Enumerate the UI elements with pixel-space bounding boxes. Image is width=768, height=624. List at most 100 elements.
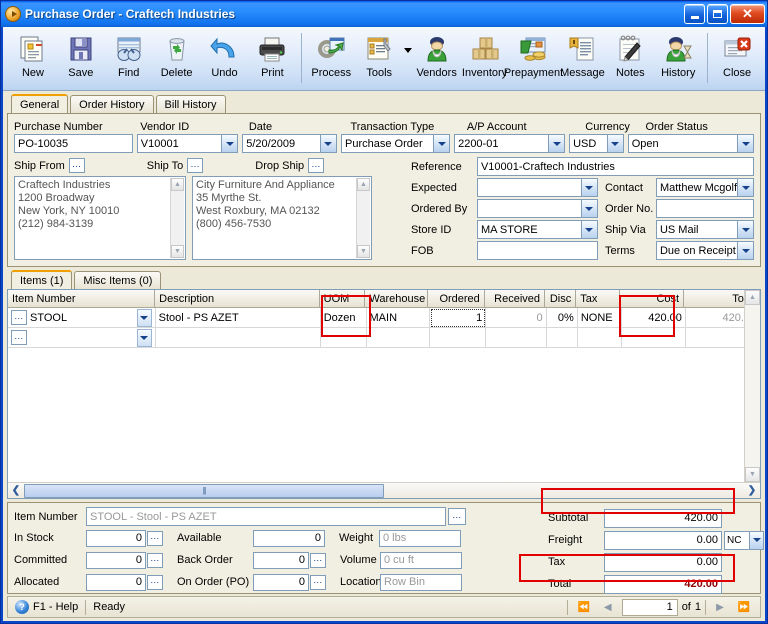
toolbar-find-button[interactable]: Find	[105, 30, 153, 88]
contact-combo[interactable]: Matthew Mcgolf	[655, 178, 754, 197]
chevron-down-icon[interactable]	[580, 179, 597, 196]
cell-disc[interactable]	[546, 328, 578, 348]
ap-account-combo[interactable]: 2200-01	[454, 134, 566, 153]
chevron-down-icon[interactable]	[403, 30, 413, 88]
cell-received[interactable]	[486, 328, 547, 348]
last-record-icon[interactable]: ⏩	[734, 599, 754, 615]
cell-description[interactable]: Stool - PS AZET	[155, 308, 321, 328]
tab-general[interactable]: General	[11, 94, 69, 113]
first-record-icon[interactable]: ⏪	[574, 599, 594, 615]
chevron-down-icon[interactable]	[319, 135, 336, 152]
next-record-icon[interactable]: ▶	[710, 599, 730, 615]
chevron-down-icon[interactable]	[737, 242, 753, 259]
allocated-input[interactable]: 0	[86, 573, 146, 591]
cell-cost[interactable]	[621, 328, 686, 348]
ship-from-lookup-button[interactable]: ⋯	[68, 158, 85, 173]
ship-via-combo[interactable]: US Mail	[655, 220, 754, 239]
grid-col-description[interactable]: Description	[155, 290, 320, 308]
maximize-button[interactable]	[707, 4, 728, 24]
chevron-down-icon[interactable]	[606, 135, 623, 152]
toolbar-history-button[interactable]: History	[654, 30, 702, 88]
reference-input[interactable]: V10001-Craftech Industries	[476, 157, 754, 176]
cell-tax[interactable]	[577, 328, 622, 348]
scroll-up-icon[interactable]: ▲	[357, 178, 370, 191]
order-status-combo[interactable]: Open	[627, 134, 755, 153]
grid-col-disc[interactable]: Disc	[545, 290, 577, 308]
volume-input[interactable]: 0 cu ft	[380, 551, 462, 569]
freight-code-combo[interactable]: NC	[724, 530, 764, 550]
ship-from-scrollbar[interactable]: ▲ ▼	[170, 178, 184, 258]
toolbar-message-button[interactable]: Message	[558, 30, 606, 88]
cell-disc[interactable]: 0%	[546, 308, 578, 328]
grid-vertical-scrollbar[interactable]: ▲ ▼	[744, 290, 760, 482]
scroll-left-icon[interactable]: ❮	[8, 483, 24, 498]
grid-col-tax[interactable]: Tax	[576, 290, 620, 308]
minimize-button[interactable]	[684, 4, 705, 24]
chevron-down-icon[interactable]	[136, 308, 152, 327]
scroll-down-icon[interactable]: ▼	[745, 467, 760, 482]
grid-col-uom[interactable]: UOM	[319, 290, 366, 308]
cell-ordered[interactable]	[429, 328, 487, 348]
toolbar-tools-button[interactable]: Tools	[355, 30, 403, 88]
table-row[interactable]: ⋯	[8, 328, 761, 348]
cell-item-number[interactable]: ⋯	[8, 328, 156, 348]
toolbar-print-button[interactable]: Print	[248, 30, 296, 88]
scroll-down-icon[interactable]: ▼	[171, 245, 184, 258]
grid-col-cost[interactable]: Cost	[620, 290, 685, 308]
toolbar-undo-button[interactable]: Undo	[201, 30, 249, 88]
in-stock-input[interactable]: 0	[86, 529, 146, 547]
expected-combo[interactable]	[476, 178, 598, 197]
tab-items[interactable]: Items (1)	[11, 270, 73, 289]
grid-col-warehouse[interactable]: Warehouse	[365, 290, 429, 308]
committed-lookup-button[interactable]: ⋯	[147, 552, 163, 568]
tab-order-history[interactable]: Order History	[70, 95, 154, 113]
scroll-down-icon[interactable]: ▼	[357, 245, 370, 258]
cell-uom[interactable]: Dozen	[320, 308, 367, 328]
scroll-up-icon[interactable]: ▲	[171, 178, 184, 191]
grid-col-total[interactable]: Tot	[684, 290, 752, 308]
chevron-down-icon[interactable]	[737, 135, 754, 152]
in-stock-lookup-button[interactable]: ⋯	[147, 530, 163, 546]
on-order-po-input[interactable]: 0	[253, 573, 309, 591]
fob-input[interactable]	[476, 241, 598, 260]
cell-description[interactable]	[155, 328, 321, 348]
cell-tax[interactable]: NONE	[577, 308, 622, 328]
allocated-lookup-button[interactable]: ⋯	[147, 574, 163, 590]
toolbar-inventory-button[interactable]: Inventory	[461, 30, 509, 88]
grid-col-ordered[interactable]: Ordered	[428, 290, 485, 308]
purchase-number-input[interactable]: PO-10035	[14, 134, 133, 153]
toolbar-new-button[interactable]: New	[9, 30, 57, 88]
hscroll-thumb[interactable]: |||	[24, 483, 384, 498]
item-lookup-button[interactable]: ⋯	[11, 310, 27, 325]
chevron-down-icon[interactable]	[548, 135, 565, 152]
transaction-type-combo[interactable]: Purchase Order	[340, 134, 451, 153]
prev-record-icon[interactable]: ◀	[598, 599, 618, 615]
ship-to-address[interactable]: City Furniture And Appliance 35 Myrthe S…	[192, 176, 372, 260]
cell-warehouse[interactable]	[366, 328, 430, 348]
cell-warehouse[interactable]: MAIN	[366, 308, 430, 328]
toolbar-prepayment-button[interactable]: Prepayment	[504, 30, 563, 88]
date-combo[interactable]: 5/20/2009	[242, 134, 337, 153]
back-order-input[interactable]: 0	[253, 551, 309, 569]
toolbar-notes-button[interactable]: Notes	[606, 30, 654, 88]
currency-combo[interactable]: USD	[569, 134, 624, 153]
chevron-down-icon[interactable]	[749, 531, 763, 549]
ship-to-scrollbar[interactable]: ▲ ▼	[356, 178, 370, 258]
freight-input[interactable]: 0.00	[604, 530, 722, 550]
toolbar-close-button[interactable]: Close	[713, 30, 761, 88]
store-id-combo[interactable]: MA STORE	[476, 220, 598, 239]
chevron-down-icon[interactable]	[580, 221, 597, 238]
back-order-lookup-button[interactable]: ⋯	[310, 552, 326, 568]
vendor-id-combo[interactable]: V10001	[136, 134, 239, 153]
tab-misc-items[interactable]: Misc Items (0)	[74, 271, 162, 289]
available-input[interactable]: 0	[253, 529, 325, 547]
grid-horizontal-scrollbar[interactable]: ❮ ||| ❯	[8, 482, 760, 498]
toolbar-vendors-button[interactable]: Vendors	[413, 30, 461, 88]
toolbar-delete-button[interactable]: Delete	[153, 30, 201, 88]
on-order-po-lookup-button[interactable]: ⋯	[310, 574, 326, 590]
scroll-right-icon[interactable]: ❯	[744, 483, 760, 498]
chevron-down-icon[interactable]	[737, 179, 753, 196]
detail-item-number-input[interactable]: STOOL - Stool - PS AZET	[86, 507, 446, 526]
cell-item-number[interactable]: ⋯ STOOL	[8, 308, 156, 328]
chevron-down-icon[interactable]	[221, 135, 238, 152]
